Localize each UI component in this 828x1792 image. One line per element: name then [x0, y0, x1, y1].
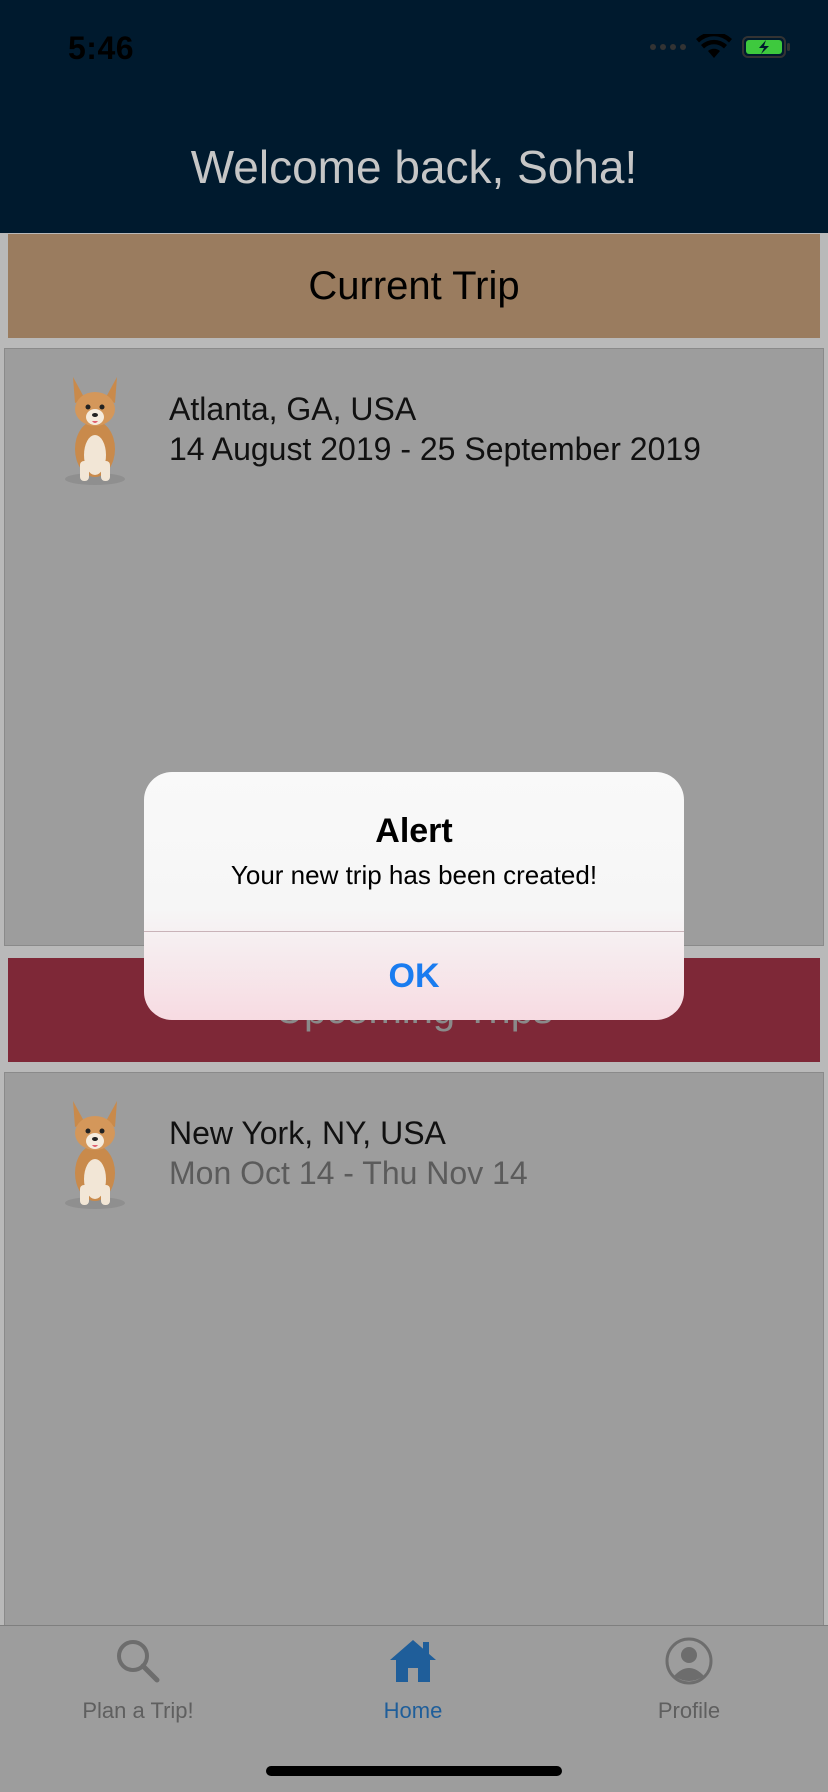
- home-screen: 5:46 Welcome back, Soha! Current Trip At…: [0, 0, 828, 1792]
- alert-dialog: Alert Your new trip has been created! OK: [144, 772, 684, 1020]
- alert-title: Alert: [375, 812, 453, 850]
- alert-message: Your new trip has been created!: [230, 860, 598, 890]
- alert-ok-button[interactable]: OK: [144, 932, 684, 1020]
